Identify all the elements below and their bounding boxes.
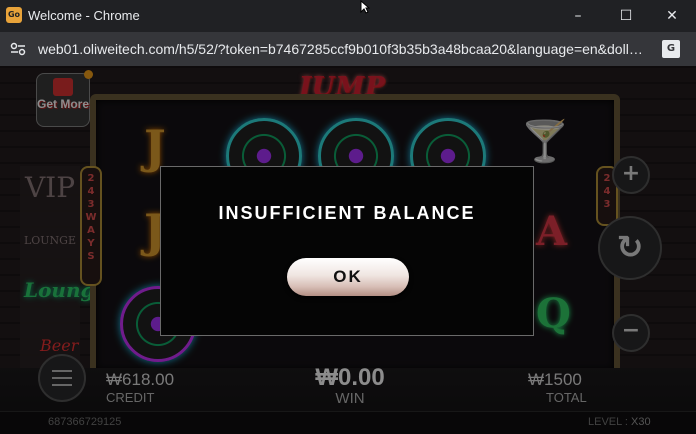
ok-button[interactable]: OK <box>287 258 409 296</box>
minimize-button[interactable]: – <box>568 6 588 26</box>
game-area: VIP LOUNGE Lounge Beer JUMP HIGH J 🍸 J A… <box>0 66 696 434</box>
maximize-button[interactable]: ☐ <box>616 6 636 26</box>
insufficient-balance-dialog: INSUFFICIENT BALANCE OK <box>160 166 534 336</box>
app-logo-icon: Go <box>6 7 22 23</box>
browser-title-bar: Go Welcome - Chrome – ☐ ✕ <box>0 0 696 32</box>
site-settings-icon[interactable] <box>10 42 26 56</box>
close-button[interactable]: ✕ <box>662 6 682 26</box>
address-bar: web01.oliweitech.com/h5/52/?token=b74672… <box>0 32 696 66</box>
mouse-cursor-icon <box>360 0 370 14</box>
translate-icon[interactable]: G <box>662 40 680 58</box>
url-field[interactable]: web01.oliweitech.com/h5/52/?token=b74672… <box>38 41 648 57</box>
dialog-message: INSUFFICIENT BALANCE <box>218 203 476 223</box>
window-title: Welcome - Chrome <box>28 8 140 23</box>
